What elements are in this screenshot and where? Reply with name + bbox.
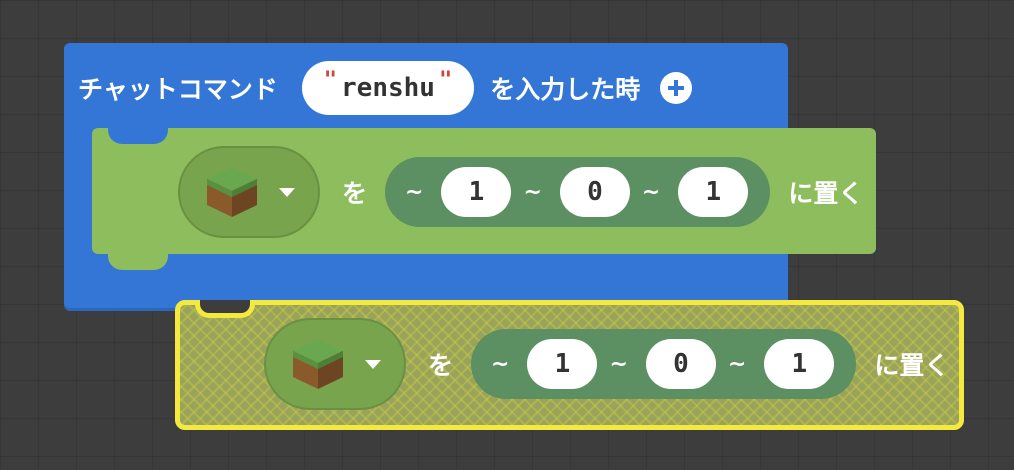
grass-block-icon xyxy=(293,339,343,389)
block-notch xyxy=(108,254,168,270)
command-string-input[interactable]: " renshu " xyxy=(301,61,475,115)
place-action-label: に置く xyxy=(788,179,864,208)
tilde-z: ~ xyxy=(727,351,747,377)
coord-z-input[interactable]: 1 xyxy=(764,339,835,389)
chevron-down-icon xyxy=(279,187,295,197)
position-input[interactable]: ~ 1 ~ 0 ~ 1 xyxy=(385,157,771,227)
grass-block-icon xyxy=(207,167,257,217)
block-notch xyxy=(195,300,255,318)
tilde-y: ~ xyxy=(523,179,542,205)
block-notch xyxy=(108,128,168,144)
coord-z-input[interactable]: 1 xyxy=(678,167,749,217)
tilde-z: ~ xyxy=(641,179,661,205)
coord-y-input[interactable]: 0 xyxy=(559,167,630,217)
block-type-dropdown[interactable] xyxy=(264,318,406,410)
particle-wo: を xyxy=(428,351,454,380)
position-input[interactable]: ~ 1 ~ 0 ~ 1 xyxy=(471,329,857,399)
command-string-value: renshu xyxy=(341,73,435,103)
particle-wo: を xyxy=(342,179,368,208)
chevron-down-icon xyxy=(365,359,381,369)
coord-x-input[interactable]: 1 xyxy=(527,339,598,389)
coord-x-input[interactable]: 1 xyxy=(441,167,512,217)
place-action-label: に置く xyxy=(874,351,950,380)
plus-circle-icon[interactable] xyxy=(660,72,693,104)
tilde-x: ~ xyxy=(405,179,424,205)
place-block-row: を ~ 1 ~ 0 ~ 1 に置く xyxy=(178,146,863,238)
event-label-prefix: チャットコマンド xyxy=(78,75,278,104)
tilde-y: ~ xyxy=(609,351,628,377)
block-type-dropdown[interactable] xyxy=(178,146,320,238)
coord-y-input[interactable]: 0 xyxy=(645,339,716,389)
tilde-x: ~ xyxy=(491,351,510,377)
dragged-block-row: を ~ 1 ~ 0 ~ 1 に置く xyxy=(264,318,949,410)
event-label-suffix: を入力した時 xyxy=(490,75,641,104)
chat-command-header: チャットコマンド " renshu " を入力した時 xyxy=(78,60,693,116)
